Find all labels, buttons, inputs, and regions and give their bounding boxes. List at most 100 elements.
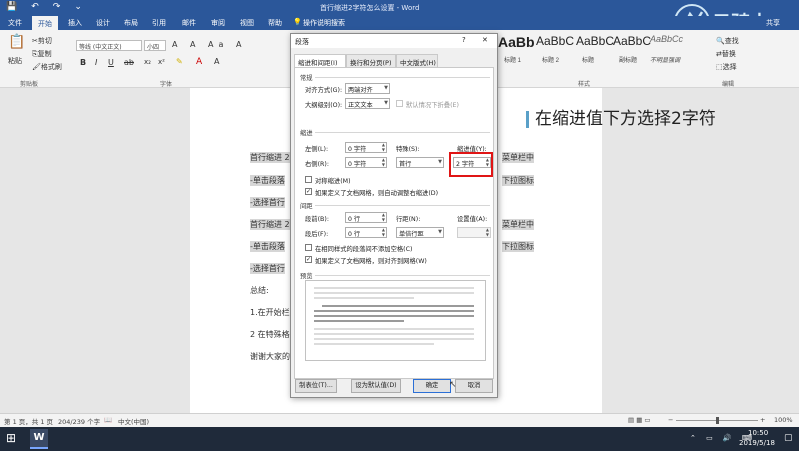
tell-me-search[interactable]: 操作说明搜索 (303, 18, 345, 28)
style-heading-1[interactable]: AaBb 标题 1 (498, 34, 535, 64)
tab-indents-spacing[interactable]: 缩进和间距(I) (294, 54, 346, 68)
clock-time[interactable]: 10:50 (748, 429, 768, 437)
left-indent-input[interactable]: 0 字符 ▲ ▼ (345, 142, 387, 153)
replace-button[interactable]: ⇄替换 (716, 49, 736, 59)
auto-adjust-checkbox[interactable]: ✓ (305, 188, 312, 195)
tab-file[interactable]: 文件 (8, 18, 22, 28)
font-name-select[interactable]: 等线 (中文正文) (76, 40, 142, 51)
style-heading-2[interactable]: AaBbC 标题 2 (536, 34, 574, 64)
customize-qat-icon[interactable]: ⌄ (74, 2, 96, 12)
outline-level-select[interactable]: 正文文本 ▼ (345, 98, 390, 109)
spacing-at-input[interactable]: ▲ ▼ (457, 227, 491, 238)
doc-line-fragment[interactable]: 下拉图标 (502, 175, 534, 186)
no-space-same-style-label: 在相同样式的段落间不添加空格(C) (315, 246, 413, 253)
outline-level-label: 大纲级别(O): (305, 102, 343, 109)
highlight-icon[interactable]: ✎ (176, 57, 183, 66)
font-size-controls[interactable]: A A Aa A (172, 40, 246, 49)
paste-button[interactable]: 粘贴 (8, 56, 22, 66)
font-color-icon[interactable]: A (196, 57, 202, 67)
doc-line-fragment[interactable]: 菜单栏中 (502, 152, 534, 163)
alignment-select[interactable]: 两端对齐 ▼ (345, 83, 390, 94)
superscript-button[interactable]: x² (158, 58, 165, 66)
tab-references[interactable]: 引用 (152, 18, 166, 28)
tab-mailings[interactable]: 邮件 (182, 18, 196, 28)
tab-insert[interactable]: 插入 (68, 18, 82, 28)
proofing-icon[interactable]: 📖 (104, 416, 112, 424)
zoom-level[interactable]: 100% (774, 416, 793, 424)
no-space-same-style-checkbox[interactable] (305, 244, 312, 251)
char-shading-icon[interactable]: A (214, 57, 219, 66)
style-subtle-emphasis[interactable]: AaBbCc 不明显强调 (650, 34, 683, 64)
strikethrough-button[interactable]: ab (124, 58, 134, 67)
doc-line-fragment[interactable]: 菜单栏中 (502, 219, 534, 230)
copy-button[interactable]: ⎘复制 (32, 49, 52, 59)
notification-icon[interactable]: ▢ (784, 433, 793, 443)
ok-button[interactable]: 确定 (413, 379, 451, 393)
doc-line[interactable]: -单击段落 (250, 175, 285, 186)
tabs-button[interactable]: 制表位(T)... (295, 379, 337, 393)
spinner-icon[interactable]: ▲ ▼ (382, 143, 385, 152)
tab-review[interactable]: 审阅 (211, 18, 225, 28)
subscript-button[interactable]: x₂ (144, 58, 151, 66)
doc-line[interactable]: -单击段落 (250, 241, 285, 252)
cut-button[interactable]: ✂剪切 (32, 36, 52, 46)
collapsed-checkbox[interactable] (396, 100, 403, 107)
tab-view[interactable]: 视图 (240, 18, 254, 28)
cancel-button[interactable]: 取消 (455, 379, 493, 393)
snap-to-grid-checkbox[interactable]: ✓ (305, 256, 312, 263)
doc-line[interactable]: 谢谢大家的 (250, 351, 290, 362)
italic-button[interactable]: I (95, 58, 97, 67)
windows-start-icon[interactable]: ⊞ (6, 431, 16, 445)
tab-home[interactable]: 开始 (32, 16, 58, 30)
zoom-out-icon[interactable]: − (668, 416, 673, 424)
language-indicator[interactable]: 中文(中国) (118, 416, 149, 426)
tab-line-page-breaks[interactable]: 换行和分页(P) (346, 54, 396, 67)
special-select[interactable]: 首行 ▼ (396, 157, 444, 168)
spinner-icon[interactable]: ▲ ▼ (382, 158, 385, 167)
zoom-slider-thumb[interactable] (716, 417, 719, 424)
save-icon[interactable]: 💾 (6, 2, 31, 12)
zoom-in-icon[interactable]: + (760, 416, 765, 424)
style-title[interactable]: AaBbC 标题 (576, 34, 614, 64)
bold-button[interactable]: B (80, 58, 86, 67)
spinner-icon[interactable]: ▲ ▼ (382, 228, 385, 237)
line-spacing-select[interactable]: 单倍行距 ▼ (396, 227, 444, 238)
mirror-indents-checkbox[interactable] (305, 176, 312, 183)
doc-line[interactable]: -选择首行 (250, 197, 285, 208)
word-taskbar-icon[interactable]: W (30, 429, 48, 449)
tab-layout[interactable]: 布局 (124, 18, 138, 28)
word-count[interactable]: 204/239 个字 (58, 416, 100, 426)
tab-design[interactable]: 设计 (96, 18, 110, 28)
space-before-input[interactable]: 0 行 ▲ ▼ (345, 212, 387, 223)
doc-line[interactable]: -选择首行 (250, 263, 285, 274)
space-after-input[interactable]: 0 行 ▲ ▼ (345, 227, 387, 238)
tab-help[interactable]: 帮助 (268, 18, 282, 28)
font-size-select[interactable]: 小四 (144, 40, 166, 51)
paste-icon[interactable]: 📋 (8, 34, 25, 50)
doc-line[interactable]: 总结: (250, 285, 269, 296)
close-icon[interactable]: ✕ (482, 36, 488, 44)
doc-line-fragment[interactable]: 下拉图标 (502, 241, 534, 252)
page-count[interactable]: 第 1 页，共 1 页 (4, 416, 53, 426)
clock-date[interactable]: 2019/5/18 (739, 439, 775, 447)
doc-line[interactable]: 首行缩进 2 (250, 219, 290, 230)
right-indent-input[interactable]: 0 字符 ▲ ▼ (345, 157, 387, 168)
underline-button[interactable]: U (108, 58, 114, 67)
doc-line[interactable]: 首行缩进 2 (250, 152, 290, 163)
select-button[interactable]: ⬚选择 (716, 62, 737, 72)
redo-icon[interactable]: ↷ (53, 2, 75, 12)
format-painter-button[interactable]: 🖌格式刷 (32, 62, 62, 72)
doc-line[interactable]: 2 在特殊格 (250, 329, 290, 340)
find-button[interactable]: 🔍查找 (716, 36, 739, 46)
style-subtitle[interactable]: AaBbC 副标题 (613, 34, 651, 64)
view-buttons[interactable]: ▤ ▦ ▭ (628, 416, 651, 424)
help-button[interactable]: ? (462, 36, 466, 44)
tell-me-icon[interactable]: 💡 (293, 18, 302, 26)
spinner-icon[interactable]: ▲ ▼ (486, 228, 489, 237)
set-default-button[interactable]: 设为默认值(D) (351, 379, 401, 393)
undo-icon[interactable]: ↶ (31, 2, 53, 12)
tab-asian-typography[interactable]: 中文版式(H) (396, 54, 438, 67)
spinner-icon[interactable]: ▲ ▼ (382, 213, 385, 222)
share-button[interactable]: 共享 (766, 18, 780, 28)
doc-line[interactable]: 1.在开始栏 (250, 307, 290, 318)
